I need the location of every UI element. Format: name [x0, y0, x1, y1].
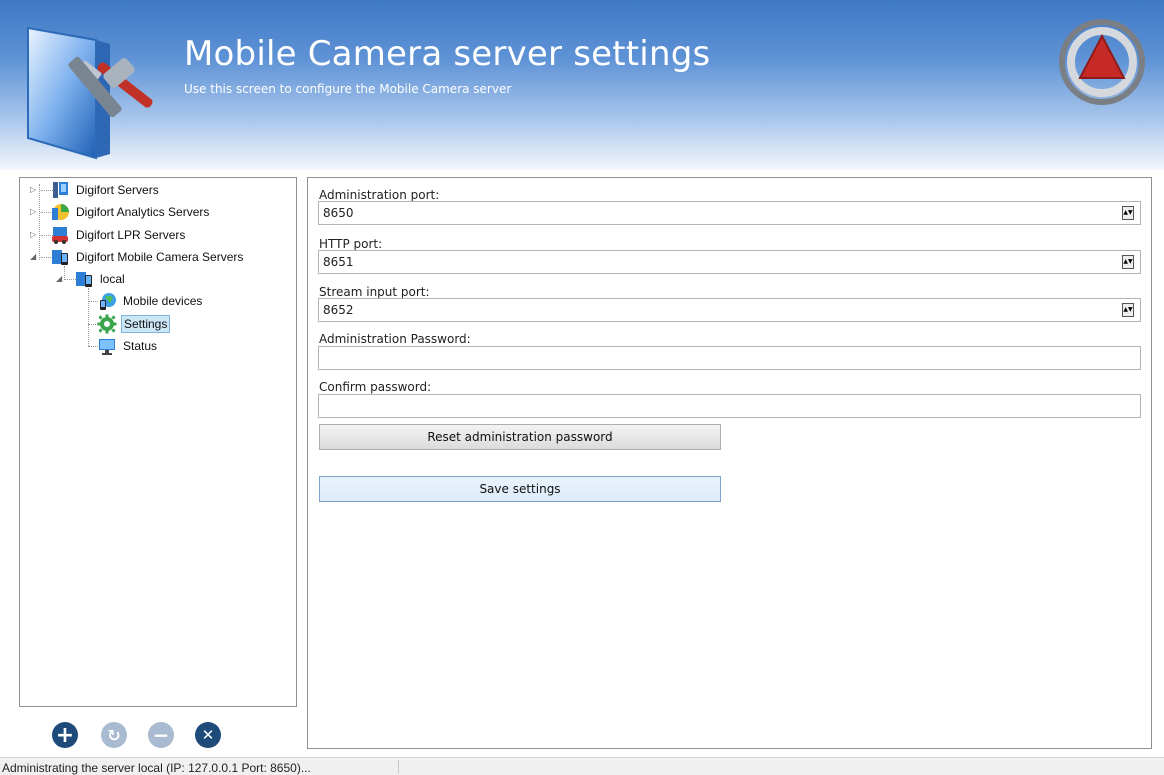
server-icon — [53, 182, 68, 198]
refresh-icon[interactable]: ↻ — [101, 722, 127, 748]
page-title: Mobile Camera server settings — [184, 34, 711, 74]
tree-connector — [88, 288, 89, 346]
close-icon[interactable]: ✕ — [195, 722, 221, 748]
gear-icon — [97, 314, 117, 334]
tree-item-label: Digifort LPR Servers — [76, 228, 186, 242]
tree-item-label: Digifort Servers — [76, 183, 159, 197]
header-banner: Mobile Camera server settings Use this s… — [0, 0, 1164, 170]
tree-item-lpr-servers[interactable]: Digifort LPR Servers — [50, 224, 187, 246]
tree-item-mobile-camera-servers[interactable]: Digifort Mobile Camera Servers — [50, 246, 245, 268]
tree-item-settings[interactable]: Settings — [97, 313, 171, 335]
admin-password-field[interactable] — [318, 346, 1141, 370]
http-port-value: 8651 — [323, 255, 354, 269]
tree-item-status[interactable]: Status — [97, 335, 159, 357]
expand-arrow-icon[interactable]: ▷ — [30, 208, 38, 216]
http-port-label: HTTP port: — [319, 237, 383, 251]
tree-item-label: Digifort Analytics Servers — [76, 205, 210, 219]
status-divider — [398, 760, 399, 774]
admin-port-input[interactable]: 8650 ▲▼ — [318, 201, 1141, 225]
spin-buttons-icon[interactable]: ▲▼ — [1122, 206, 1134, 220]
minus-icon[interactable]: − — [148, 722, 174, 748]
tree-item-digifort-servers[interactable]: Digifort Servers — [50, 179, 161, 201]
digifort-emblem-icon — [1059, 19, 1145, 105]
stream-port-label: Stream input port: — [319, 285, 430, 299]
spin-buttons-icon[interactable]: ▲▼ — [1122, 303, 1134, 317]
http-port-input[interactable]: 8651 ▲▼ — [318, 250, 1141, 274]
confirm-password-label: Confirm password: — [319, 380, 432, 394]
tree-item-label: local — [100, 272, 125, 286]
tree-connector — [39, 184, 40, 260]
status-text: Administrating the server local (IP: 127… — [2, 761, 311, 775]
stream-port-input[interactable]: 8652 ▲▼ — [318, 298, 1141, 322]
page-subtitle: Use this screen to configure the Mobile … — [184, 82, 512, 96]
tree-item-mobile-devices[interactable]: Mobile devices — [97, 290, 204, 312]
confirm-password-field[interactable] — [318, 394, 1141, 418]
save-settings-button[interactable]: Save settings — [319, 476, 721, 502]
server-node-icon — [76, 272, 92, 287]
tree-item-label: Status — [123, 339, 158, 353]
analytics-server-icon — [52, 204, 69, 220]
tree-item-analytics-servers[interactable]: Digifort Analytics Servers — [50, 201, 211, 223]
tree-item-label: Mobile devices — [123, 294, 203, 308]
tree-item-label: Digifort Mobile Camera Servers — [76, 250, 244, 264]
spin-buttons-icon[interactable]: ▲▼ — [1122, 255, 1134, 269]
collapse-arrow-icon[interactable]: ◢ — [30, 253, 38, 261]
expand-arrow-icon[interactable]: ▷ — [30, 186, 38, 194]
tree-item-label: Settings — [121, 315, 171, 333]
stream-port-value: 8652 — [323, 303, 354, 317]
collapse-arrow-icon[interactable]: ◢ — [56, 275, 64, 283]
plus-icon[interactable]: + — [52, 722, 78, 748]
tree-connector — [64, 266, 65, 280]
admin-password-label: Administration Password: — [319, 332, 471, 346]
status-bar: Administrating the server local (IP: 127… — [0, 757, 1164, 775]
expand-arrow-icon[interactable]: ▷ — [30, 231, 38, 239]
mobile-camera-server-icon — [52, 250, 68, 265]
admin-port-value: 8650 — [323, 206, 354, 220]
monitor-icon — [99, 339, 115, 355]
mobile-devices-icon — [100, 293, 116, 310]
tree-item-local[interactable]: local — [74, 268, 127, 290]
lpr-server-icon — [52, 227, 68, 244]
reset-password-button[interactable]: Reset administration password — [319, 424, 721, 450]
admin-port-label: Administration port: — [319, 188, 440, 202]
server-tools-icon — [27, 26, 153, 160]
